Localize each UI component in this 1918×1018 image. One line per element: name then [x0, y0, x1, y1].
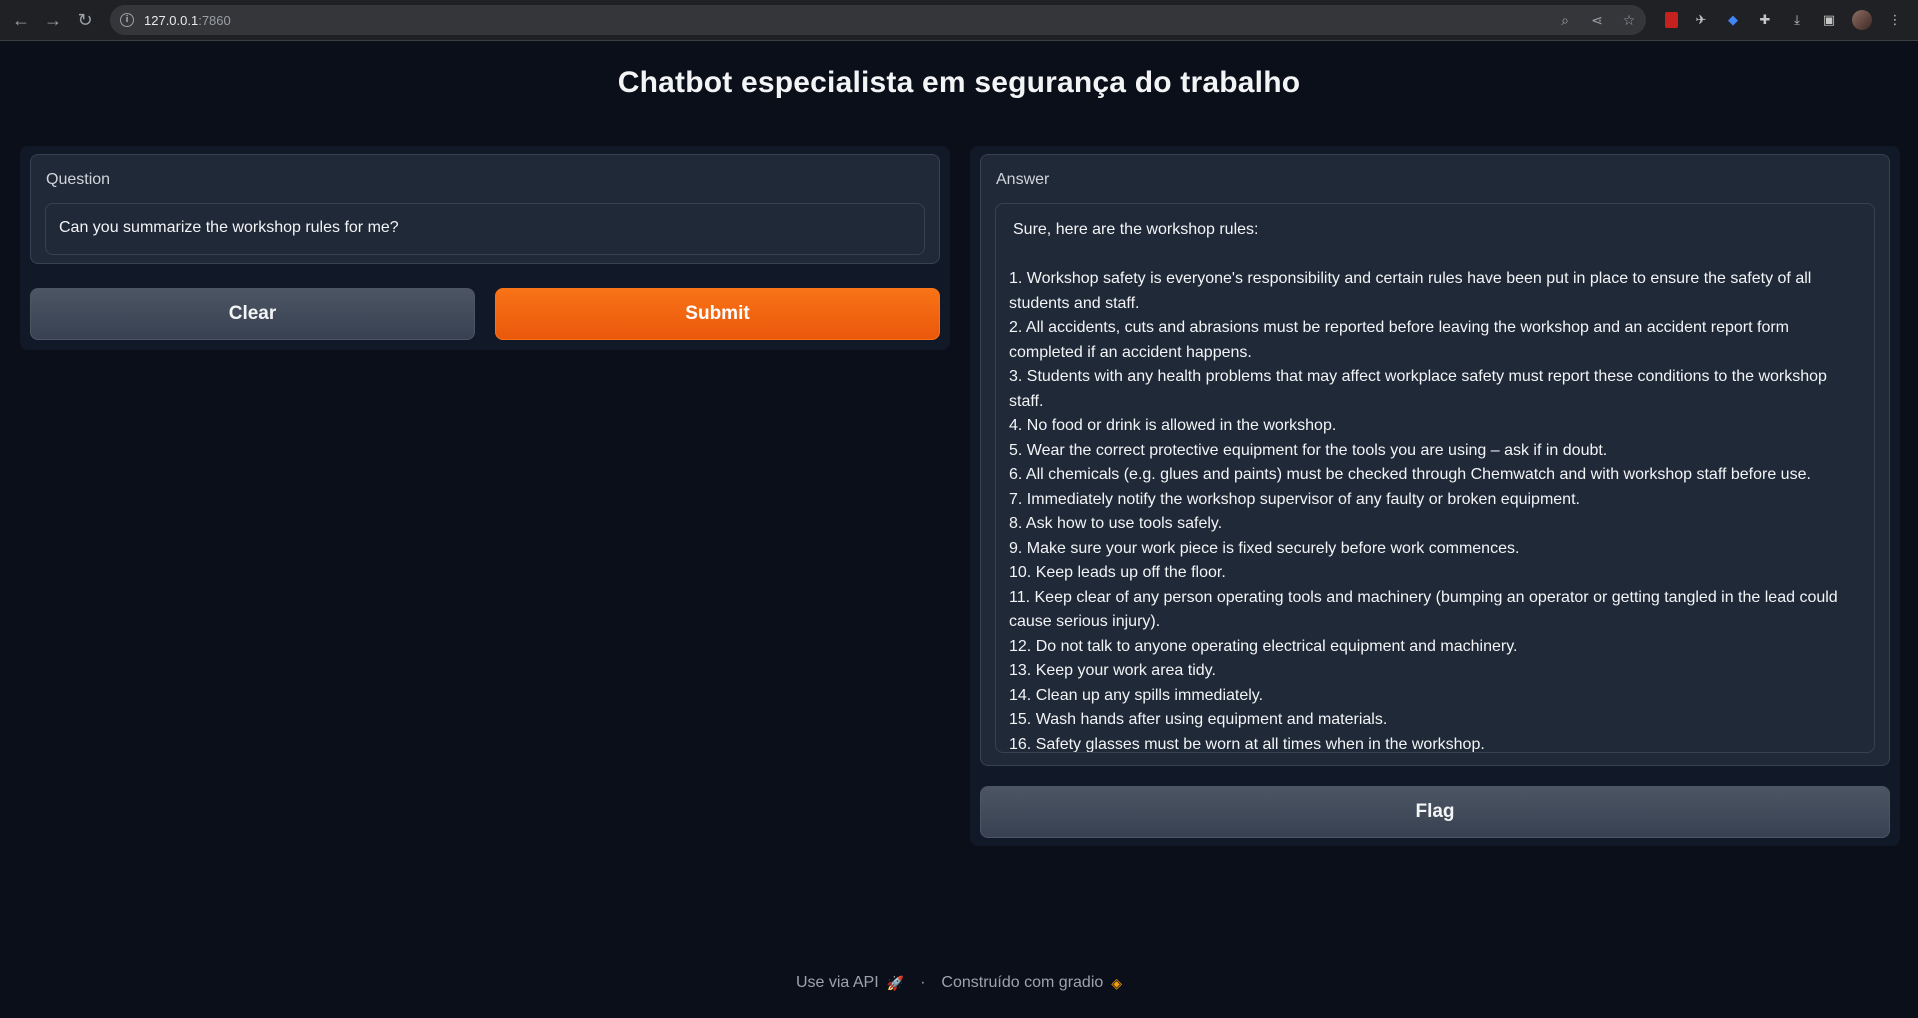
- answer-line: 9. Make sure your work piece is fixed se…: [1009, 539, 1520, 557]
- share-icon[interactable]: ⋖: [1588, 12, 1606, 29]
- shield-extension-icon[interactable]: ◆: [1724, 11, 1742, 29]
- question-label: Question: [46, 171, 111, 188]
- answer-line: 4. No food or drink is allowed in the wo…: [1009, 417, 1337, 434]
- submit-button[interactable]: Submit: [495, 288, 940, 340]
- menu-kebab-icon[interactable]: ⋮: [1886, 11, 1904, 29]
- output-panel: Answer Sure, here are the workshop rules…: [970, 146, 1900, 846]
- answer-block: Answer Sure, here are the workshop rules…: [980, 154, 1890, 766]
- answer-line: 15. Wash hands after using equipment and…: [1009, 711, 1388, 728]
- built-with-gradio-link[interactable]: Construído com gradio: [941, 974, 1103, 992]
- answer-line: 13. Keep your work area tidy.: [1009, 662, 1216, 679]
- download-icon[interactable]: ⤓: [1788, 11, 1806, 29]
- address-bar[interactable]: i 127.0.0.1:7860 ⌕ ⋖ ☆: [110, 5, 1646, 35]
- question-input[interactable]: Can you summarize the workshop rules for…: [45, 203, 925, 255]
- page-title: Chatbot especialista em segurança do tra…: [617, 66, 1301, 99]
- input-panel: Question Can you summarize the workshop …: [20, 146, 950, 350]
- extension-red-icon[interactable]: [1665, 12, 1678, 28]
- answer-line: 12. Do not talk to anyone operating elec…: [1009, 637, 1518, 655]
- answer-line: 10. Keep leads up off the floor.: [1009, 564, 1226, 581]
- question-block: Question Can you summarize the workshop …: [30, 154, 940, 264]
- answer-intro: Sure, here are the workshop rules:: [1013, 221, 1259, 238]
- answer-line: 6. All chemicals (e.g. glues and paints)…: [1009, 466, 1811, 483]
- rocket-extension-icon[interactable]: ✈: [1692, 11, 1710, 29]
- answer-line: 3. Students with any health problems tha…: [1009, 368, 1832, 410]
- url-host: 127.0.0.1: [144, 12, 199, 28]
- answer-output[interactable]: Sure, here are the workshop rules: 1. Wo…: [995, 203, 1875, 753]
- answer-line: 16. Safety glasses must be worn at all t…: [1009, 735, 1485, 753]
- reload-icon[interactable]: ↻: [72, 7, 98, 33]
- profile-avatar[interactable]: [1852, 10, 1872, 30]
- browser-toolbar: ← → ↻ i 127.0.0.1:7860 ⌕ ⋖ ☆ ✈ ◆ ✚ ⤓ ▣ ⋮: [0, 0, 1918, 41]
- zoom-icon[interactable]: ⌕: [1556, 12, 1574, 29]
- footer-separator: ·: [920, 974, 926, 991]
- answer-line: 14. Clean up any spills immediately.: [1009, 686, 1264, 704]
- forward-icon[interactable]: →: [40, 7, 66, 33]
- url-port: :7860: [198, 12, 231, 28]
- answer-line: 11. Keep clear of any person operating t…: [1009, 588, 1843, 631]
- answer-line: 2. All accidents, cuts and abrasions mus…: [1009, 319, 1794, 361]
- answer-label: Answer: [996, 171, 1050, 188]
- site-info-icon[interactable]: i: [120, 13, 134, 27]
- footer: Use via API 🚀 · Construído com gradio ◈: [0, 974, 1918, 992]
- bookmark-star-icon[interactable]: ☆: [1620, 12, 1638, 29]
- answer-line: 5. Wear the correct protective equipment…: [1009, 441, 1608, 459]
- extensions-puzzle-icon[interactable]: ✚: [1756, 11, 1774, 29]
- flag-button[interactable]: Flag: [980, 786, 1890, 838]
- answer-line: 7. Immediately notify the workshop super…: [1009, 490, 1580, 508]
- use-via-api-link[interactable]: Use via API: [796, 974, 879, 992]
- gradio-logo-icon: ◈: [1111, 974, 1123, 991]
- back-icon[interactable]: ←: [8, 7, 34, 33]
- side-panel-icon[interactable]: ▣: [1820, 11, 1838, 29]
- rocket-icon: 🚀: [886, 974, 905, 991]
- clear-button[interactable]: Clear: [30, 288, 475, 340]
- answer-line: 8. Ask how to use tools safely.: [1009, 515, 1223, 532]
- answer-line: 1. Workshop safety is everyone's respons…: [1009, 270, 1816, 312]
